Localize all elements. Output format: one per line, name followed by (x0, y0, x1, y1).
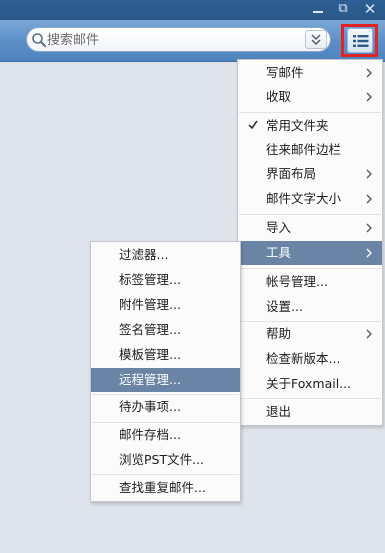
menu-separator (239, 112, 381, 113)
menu-item-contact-sidebar[interactable]: 往来邮件边栏 (238, 138, 382, 162)
menu-separator (239, 214, 381, 215)
submenu-item-browse-pst[interactable]: 浏览PST文件... (91, 448, 240, 472)
menu-item-label: 查找重复邮件... (119, 480, 206, 495)
menu-item-label: 标签管理... (119, 272, 181, 287)
submenu-item-todo[interactable]: 待办事项... (91, 395, 240, 419)
toolbar (0, 20, 385, 62)
double-chevron-down-icon (311, 34, 321, 46)
menu-item-common-folders[interactable]: 常用文件夹 (238, 114, 382, 138)
restore-button[interactable]: ⧉ (332, 0, 354, 18)
menu-item-label: 附件管理... (119, 297, 181, 312)
title-bar: ⧉ ✕ (0, 0, 385, 20)
chevron-right-icon (366, 248, 372, 258)
menu-item-label: 界面布局 (266, 166, 317, 181)
menu-item-label: 过滤器... (119, 247, 169, 262)
menu-item-label: 导入 (266, 220, 292, 235)
menu-item-import[interactable]: 导入 (238, 216, 382, 240)
menu-item-label: 待办事项... (119, 399, 181, 414)
menu-item-label: 收取 (266, 89, 292, 104)
submenu-item-attachment-management[interactable]: 附件管理... (91, 293, 240, 317)
menu-item-label: 工具 (266, 245, 292, 260)
menu-item-help[interactable]: 帮助 (238, 322, 382, 346)
menu-item-label: 写邮件 (266, 65, 304, 80)
menu-item-receive[interactable]: 收取 (238, 85, 382, 109)
menu-item-tools[interactable]: 工具 (238, 241, 382, 265)
list-menu-icon (353, 35, 369, 47)
menu-item-label: 远程管理... (119, 372, 181, 387)
submenu-item-remote-management[interactable]: 远程管理... (91, 368, 240, 392)
menu-item-label: 帐号管理... (266, 274, 328, 289)
submenu-item-tag-management[interactable]: 标签管理... (91, 268, 240, 292)
search-box[interactable] (26, 27, 331, 52)
close-button[interactable]: ✕ (359, 0, 381, 18)
menu-item-account-management[interactable]: 帐号管理... (238, 270, 382, 294)
minimize-button[interactable] (307, 0, 329, 18)
menu-item-label: 浏览PST文件... (119, 452, 205, 467)
chevron-right-icon (366, 194, 372, 204)
menu-item-text-size[interactable]: 邮件文字大小 (238, 187, 382, 211)
menu-separator (239, 268, 381, 269)
submenu-item-find-duplicates[interactable]: 查找重复邮件... (91, 476, 240, 500)
menu-item-label: 模板管理... (119, 347, 181, 362)
menu-item-label: 邮件存档... (119, 427, 181, 442)
chevron-right-icon (366, 169, 372, 179)
search-icon (32, 33, 46, 47)
menu-item-label: 往来邮件边栏 (266, 142, 342, 157)
menu-item-label: 邮件文字大小 (266, 191, 342, 206)
menu-item-label: 退出 (266, 404, 292, 419)
menu-item-label: 设置... (266, 299, 303, 314)
submenu-item-mail-archive[interactable]: 邮件存档... (91, 423, 240, 447)
menu-item-label: 检查新版本... (266, 351, 341, 366)
submenu-item-signature-management[interactable]: 签名管理... (91, 318, 240, 342)
menu-item-about[interactable]: 关于Foxmail... (238, 372, 382, 396)
submenu-item-filters[interactable]: 过滤器... (91, 243, 240, 267)
menu-item-layout[interactable]: 界面布局 (238, 162, 382, 186)
chevron-right-icon (366, 223, 372, 233)
chevron-right-icon (366, 329, 372, 339)
chevron-right-icon (366, 68, 372, 78)
menu-item-label: 签名管理... (119, 322, 181, 337)
chevron-right-icon (366, 92, 372, 102)
menu-separator (92, 474, 239, 475)
menu-item-settings[interactable]: 设置... (238, 295, 382, 319)
menu-item-label: 关于Foxmail... (266, 376, 352, 391)
checkmark-icon (248, 120, 258, 130)
menu-item-compose[interactable]: 写邮件 (238, 61, 382, 85)
search-input[interactable] (47, 31, 302, 49)
menu-separator (239, 398, 381, 399)
search-options-dropdown[interactable] (305, 30, 327, 49)
tools-submenu: 过滤器... 标签管理... 附件管理... 签名管理... 模板管理... 远… (90, 241, 241, 502)
main-menu: 写邮件 收取 常用文件夹 往来邮件边栏 界面布局 邮件文字大小 导入 工具 帐号… (237, 59, 383, 426)
main-menu-button[interactable] (347, 28, 373, 53)
submenu-item-template-management[interactable]: 模板管理... (91, 343, 240, 367)
menu-item-label: 帮助 (266, 326, 292, 341)
menu-item-check-update[interactable]: 检查新版本... (238, 347, 382, 371)
menu-item-label: 常用文件夹 (266, 118, 329, 133)
menu-item-exit[interactable]: 退出 (238, 400, 382, 424)
